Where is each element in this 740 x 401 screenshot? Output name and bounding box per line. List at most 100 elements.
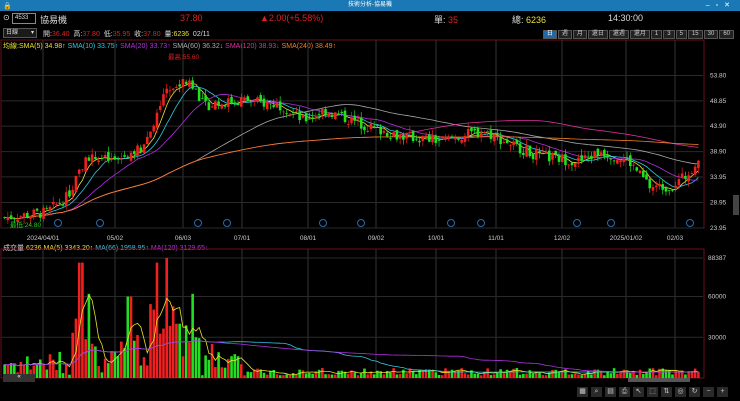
volume-bar <box>330 374 334 378</box>
candle-body <box>389 137 392 139</box>
volume-bar <box>372 374 376 378</box>
candle-body <box>544 152 548 154</box>
candle-body <box>311 117 314 119</box>
candle-body <box>149 131 152 138</box>
volume-bar <box>512 368 515 378</box>
candle-body <box>107 152 110 161</box>
candle-body <box>632 164 635 166</box>
toolbar-tool-icon[interactable]: ⌕ <box>591 387 602 397</box>
volume-bar <box>152 309 156 378</box>
x-tick-label: 02/03 <box>667 235 684 242</box>
volume-bar <box>667 369 671 378</box>
candle-body <box>123 155 126 157</box>
volume-bar <box>496 372 499 378</box>
volume-bar <box>162 328 165 378</box>
volume-bar <box>476 373 480 378</box>
candle-body <box>282 111 285 113</box>
toolbar-tool-icon[interactable]: ◎ <box>675 387 686 397</box>
candle-body <box>58 203 62 204</box>
scroll-left-button[interactable]: « <box>3 374 35 382</box>
candle-body <box>188 80 191 87</box>
vertical-scrollbar[interactable] <box>733 195 739 215</box>
candle-body <box>434 135 438 143</box>
candle-body <box>308 118 311 120</box>
volume-bar <box>346 373 350 378</box>
x-tick-label: 05/02 <box>107 235 124 242</box>
toolbar-tool-icon[interactable]: ▤ <box>605 387 616 397</box>
candle-body <box>236 103 240 105</box>
candle-body <box>489 130 493 140</box>
candle-body <box>230 96 233 103</box>
candle-body <box>324 109 327 116</box>
candle-body <box>252 99 256 101</box>
volume-bar <box>603 375 606 378</box>
volume-bar <box>142 357 146 378</box>
volume-bar <box>233 354 237 378</box>
horizontal-scrollbar[interactable] <box>628 378 690 382</box>
candle-body <box>687 175 690 182</box>
toolbar-tool-icon[interactable]: ↖ <box>633 387 644 397</box>
x-tick-label: 07/01 <box>234 235 251 242</box>
volume-bar <box>544 375 548 378</box>
candle-body <box>667 190 671 192</box>
candle-body <box>654 185 658 188</box>
volume-bar <box>55 370 58 378</box>
candle-body <box>38 213 42 218</box>
volume-bar <box>201 375 204 378</box>
volume-bar <box>505 369 509 378</box>
candle-body <box>155 112 159 128</box>
volume-bar <box>110 351 113 378</box>
volume-bar <box>382 374 386 378</box>
candle-body <box>162 94 165 106</box>
candle-body <box>622 159 626 163</box>
candle-body <box>635 167 639 171</box>
toolbar-tool-icon[interactable]: + <box>717 387 728 397</box>
candle-body <box>223 105 227 107</box>
candle-body <box>35 208 39 211</box>
candle-body <box>385 132 389 137</box>
toolbar-tool-icon[interactable]: − <box>703 387 714 397</box>
candle-body <box>94 156 97 160</box>
volume-bar <box>38 359 42 378</box>
event-marker-icon <box>477 219 485 227</box>
candle-body <box>447 136 451 140</box>
candle-body <box>217 101 220 107</box>
volume-bar <box>71 332 74 378</box>
event-marker-icon <box>573 219 581 227</box>
candle-body <box>178 84 181 87</box>
candle-body <box>201 98 204 99</box>
toolbar-tool-icon[interactable]: ↻ <box>689 387 700 397</box>
volume-bar <box>246 371 250 378</box>
volume-bar <box>210 344 214 378</box>
candle-body <box>19 216 23 217</box>
volume-bar <box>434 372 438 378</box>
event-marker-icon <box>686 219 694 227</box>
candle-body <box>81 169 84 171</box>
volume-bar <box>463 373 467 378</box>
volume-bar <box>97 366 100 378</box>
candle-body <box>577 157 580 162</box>
candle-body <box>214 101 217 110</box>
candle-body <box>415 138 418 140</box>
candle-body <box>48 206 52 211</box>
candle-body <box>359 117 363 129</box>
candle-body <box>165 88 169 94</box>
event-marker-icon <box>96 219 104 227</box>
volume-bar <box>492 374 496 378</box>
volume-bar <box>48 354 52 378</box>
volume-bar <box>116 356 120 378</box>
toolbar-tool-icon[interactable]: ⬚ <box>647 387 658 397</box>
candle-body <box>573 162 577 168</box>
volume-bar <box>175 323 178 378</box>
toolbar-tool-icon[interactable]: ▦ <box>577 387 588 397</box>
candle-body <box>103 154 107 158</box>
candle-body <box>132 151 136 155</box>
toolbar-tool-icon[interactable]: ⇅ <box>661 387 672 397</box>
price-volume-chart[interactable]: 2024/04/01 05/02 06/03 07/01 08/01 09/02 10/01… <box>0 0 740 401</box>
candle-body <box>77 169 81 174</box>
volume-bar <box>590 374 593 378</box>
volume-bar <box>398 374 402 378</box>
candle-body <box>557 155 561 162</box>
toolbar-tool-icon[interactable]: ⎙ <box>619 387 630 397</box>
volume-bar <box>308 372 311 378</box>
